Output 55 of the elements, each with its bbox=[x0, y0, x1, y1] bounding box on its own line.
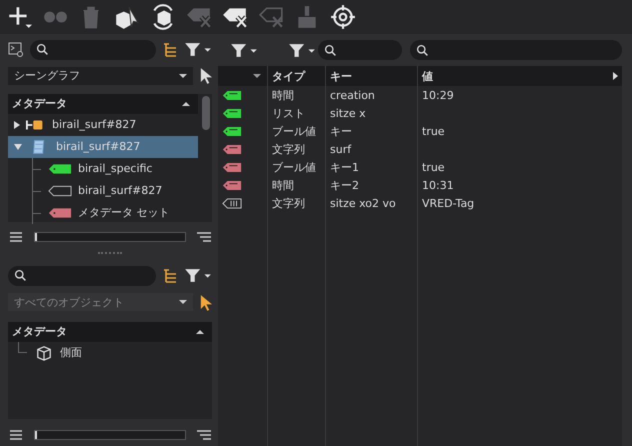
search-field[interactable] bbox=[8, 266, 156, 286]
tree-item[interactable]: 側面 bbox=[8, 342, 198, 364]
expand-arrow-icon[interactable] bbox=[613, 72, 618, 80]
table-cell: 10:31 bbox=[422, 178, 454, 192]
search-icon bbox=[14, 269, 27, 282]
table-cell: キー2 bbox=[326, 176, 418, 194]
panel-header: メタデータ bbox=[12, 96, 67, 112]
search-field[interactable] bbox=[410, 40, 622, 60]
filter-icon[interactable] bbox=[288, 42, 316, 58]
column-header[interactable]: キー bbox=[326, 66, 418, 86]
table-cell: 10:29 bbox=[422, 88, 454, 102]
tag-outline-icon bbox=[222, 198, 242, 208]
filter-icon[interactable] bbox=[184, 42, 212, 58]
table-cell: VRED-Tag bbox=[422, 196, 474, 210]
tree-item[interactable]: メタデータ セット bbox=[8, 202, 198, 224]
filter-icon[interactable] bbox=[184, 268, 212, 284]
search-icon bbox=[324, 44, 337, 56]
table-cell: creation bbox=[326, 86, 418, 104]
source-dropdown[interactable]: シーングラフ bbox=[8, 66, 193, 85]
filter-icon[interactable] bbox=[230, 42, 258, 58]
table-cell: 時間 bbox=[268, 86, 326, 104]
table-cell: キー bbox=[326, 122, 418, 140]
column-header[interactable]: 値 bbox=[418, 66, 622, 86]
box-cursor-icon[interactable] bbox=[114, 4, 140, 30]
scrollbar-thumb[interactable] bbox=[202, 96, 210, 130]
cursor-icon[interactable] bbox=[199, 294, 212, 311]
panel-header: メタデータ bbox=[12, 324, 67, 340]
table-cell: sitze x bbox=[326, 104, 418, 122]
table-cell: ブール値 bbox=[268, 122, 326, 140]
table-cell: ブール値 bbox=[268, 158, 326, 176]
tag-outline-icon bbox=[48, 184, 72, 197]
target-icon[interactable] bbox=[330, 4, 356, 30]
search-field[interactable] bbox=[318, 40, 402, 60]
console-search-icon[interactable] bbox=[8, 42, 24, 58]
search-icon bbox=[36, 43, 49, 56]
table-cell: true bbox=[422, 124, 445, 138]
table-cell: キー1 bbox=[326, 158, 418, 176]
column-header[interactable]: タイプ bbox=[268, 66, 326, 86]
table-cell: true bbox=[422, 160, 445, 174]
table-cell: リスト bbox=[268, 104, 326, 122]
table-cell: 文字列 bbox=[268, 140, 326, 158]
tree-item[interactable]: birail_surf#827 bbox=[8, 136, 198, 158]
tree-item[interactable]: birail_surf#827 bbox=[8, 114, 198, 136]
tree-item[interactable]: birail_surf#827 bbox=[8, 180, 198, 202]
search-field[interactable] bbox=[30, 40, 156, 60]
table-cell: sitze xo2 vo bbox=[326, 194, 418, 212]
tree-view-icon[interactable] bbox=[162, 42, 178, 58]
table-cell: 時間 bbox=[268, 176, 326, 194]
table-cell: surf bbox=[326, 140, 418, 158]
tree-item[interactable]: birail_specific bbox=[8, 158, 198, 180]
search-icon bbox=[416, 44, 429, 56]
table-cell: 文字列 bbox=[268, 194, 326, 212]
cursor-icon[interactable] bbox=[199, 67, 212, 84]
tree-view-icon[interactable] bbox=[162, 268, 178, 284]
cube-icon bbox=[34, 344, 54, 361]
